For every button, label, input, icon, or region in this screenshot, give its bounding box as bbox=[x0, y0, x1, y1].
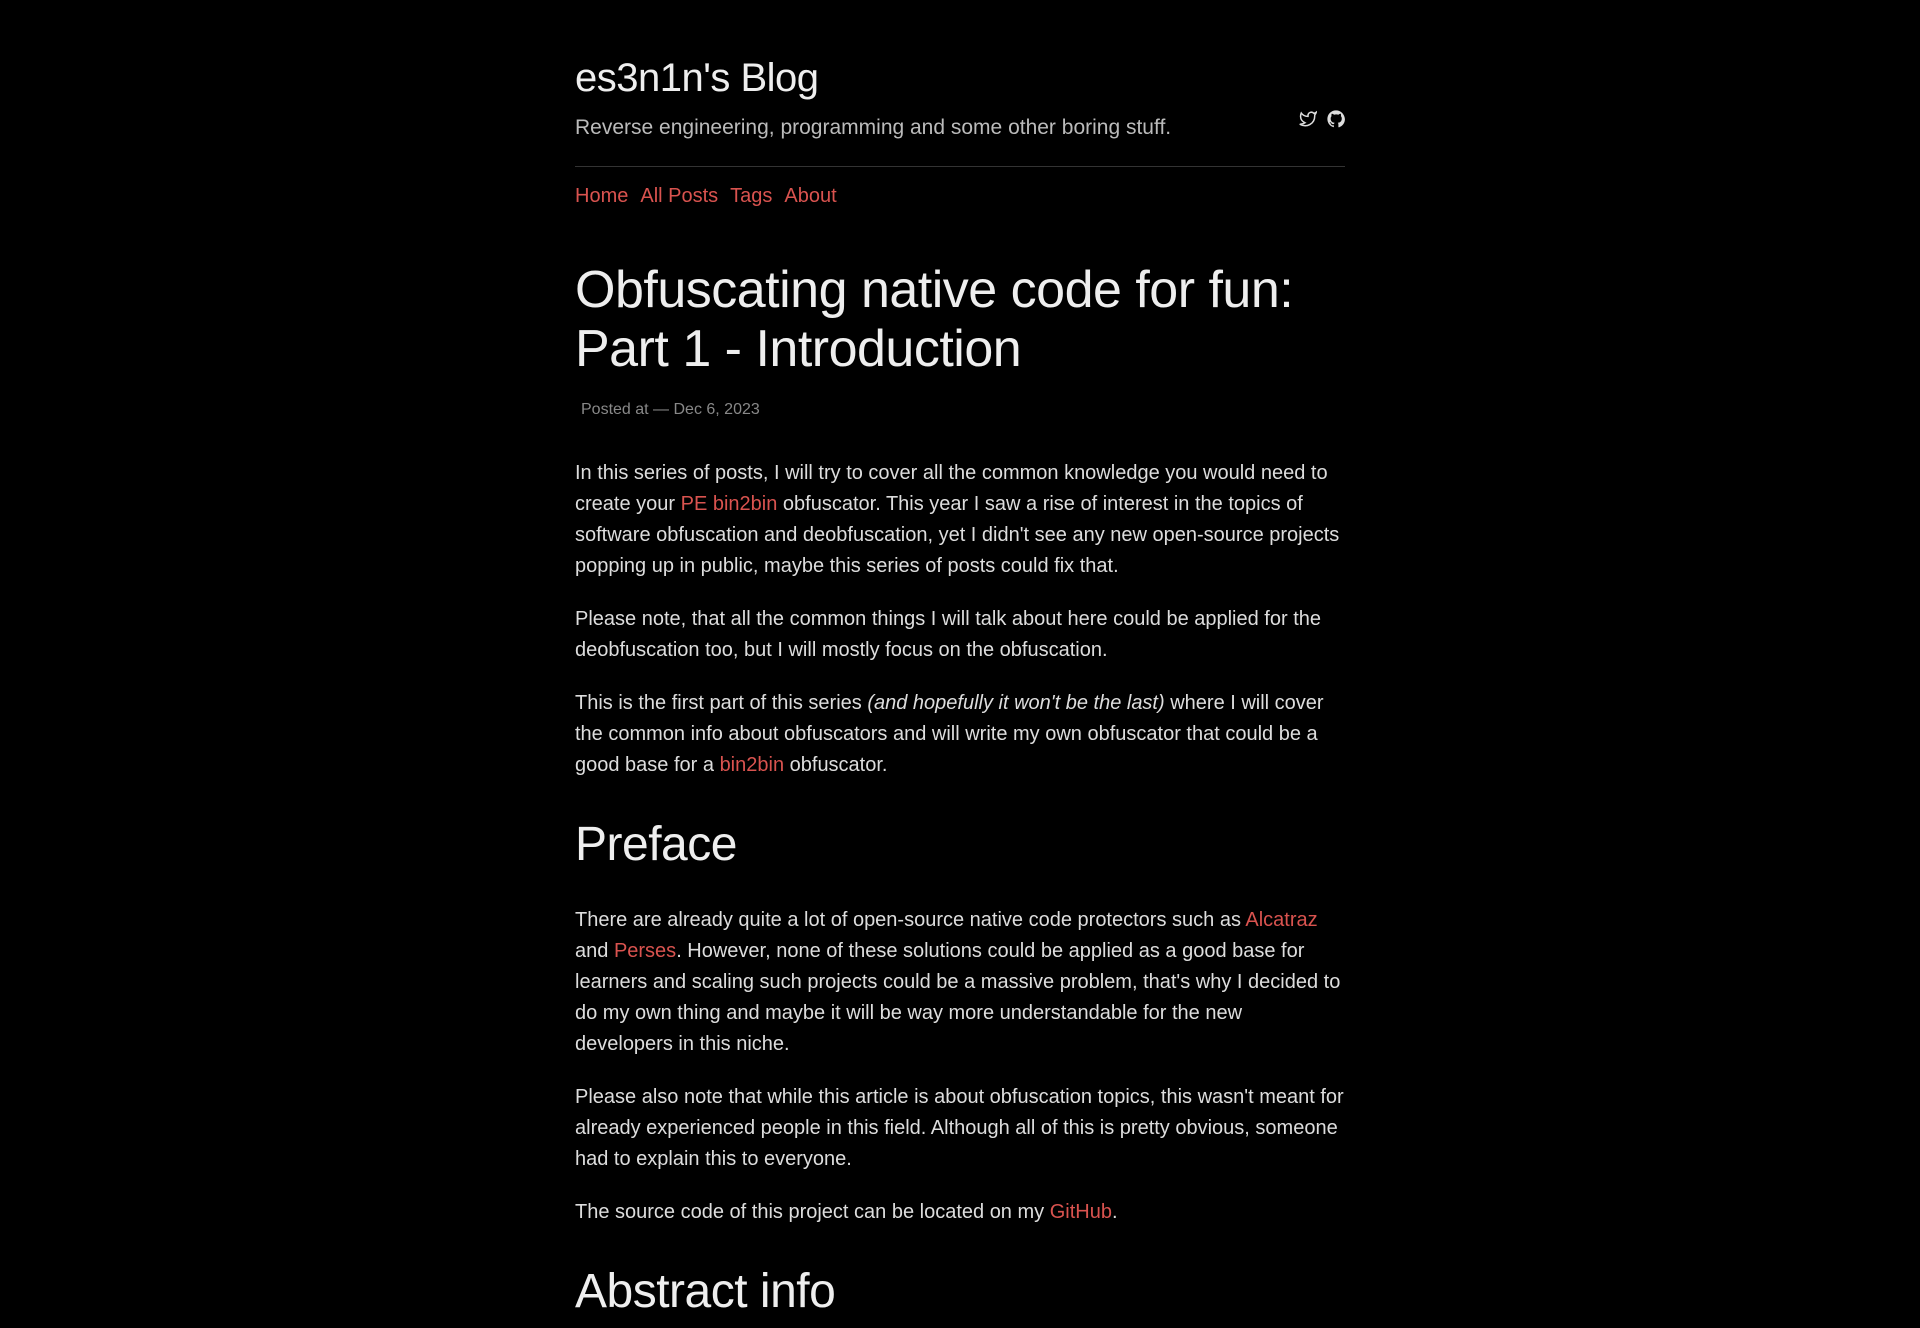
site-title[interactable]: es3n1n's Blog bbox=[575, 48, 1171, 108]
nav-about[interactable]: About bbox=[784, 181, 836, 211]
header-divider bbox=[575, 166, 1345, 167]
preface-paragraph-2: Please also note that while this article… bbox=[575, 1082, 1345, 1175]
social-icons bbox=[1299, 106, 1345, 144]
emphasis-note: (and hopefully it won't be the last) bbox=[867, 692, 1164, 714]
link-bin2bin[interactable]: bin2bin bbox=[713, 493, 778, 515]
nav-tags[interactable]: Tags bbox=[730, 181, 772, 211]
link-pe[interactable]: PE bbox=[681, 493, 708, 515]
main-nav: Home All Posts Tags About bbox=[575, 181, 1345, 211]
intro-paragraph-1: In this series of posts, I will try to c… bbox=[575, 458, 1345, 582]
preface-paragraph-3: The source code of this project can be l… bbox=[575, 1197, 1345, 1228]
intro-paragraph-2: Please note, that all the common things … bbox=[575, 604, 1345, 666]
nav-all-posts[interactable]: All Posts bbox=[640, 181, 718, 211]
link-perses[interactable]: Perses bbox=[614, 940, 676, 962]
site-tagline: Reverse engineering, programming and som… bbox=[575, 112, 1171, 144]
twitter-icon[interactable] bbox=[1299, 106, 1317, 138]
post-meta: Posted at — Dec 6, 2023 bbox=[581, 398, 1345, 422]
intro-paragraph-3: This is the first part of this series (a… bbox=[575, 688, 1345, 781]
link-github[interactable]: GitHub bbox=[1050, 1201, 1112, 1223]
link-alcatraz[interactable]: Alcatraz bbox=[1245, 909, 1317, 931]
link-bin2bin-2[interactable]: bin2bin bbox=[720, 754, 785, 776]
preface-paragraph-1: There are already quite a lot of open-so… bbox=[575, 905, 1345, 1060]
nav-home[interactable]: Home bbox=[575, 181, 628, 211]
github-icon[interactable] bbox=[1327, 106, 1345, 138]
heading-preface: Preface bbox=[575, 809, 1345, 881]
article-title: Obfuscating native code for fun: Part 1 … bbox=[575, 261, 1345, 381]
heading-abstract-info: Abstract info bbox=[575, 1256, 1345, 1328]
